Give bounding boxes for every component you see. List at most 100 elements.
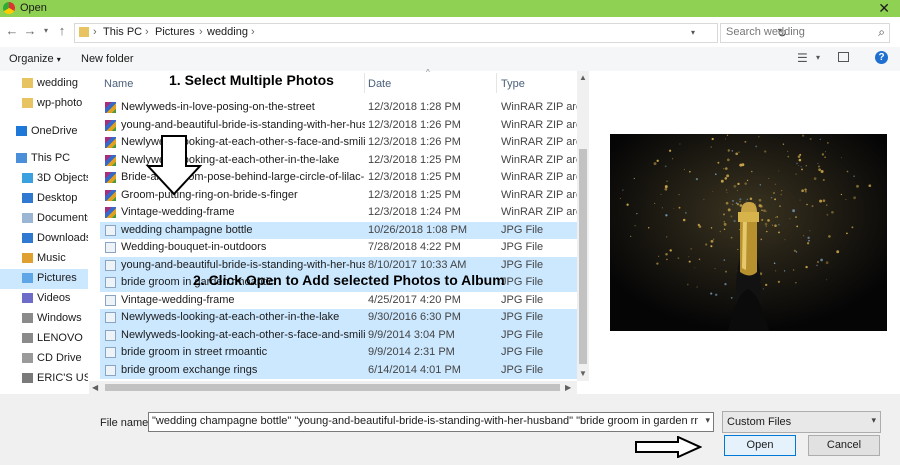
sidebar-item-label: 3D Objects	[37, 172, 88, 184]
file-date-cell: 9/9/2014 3:04 PM	[368, 328, 455, 341]
scroll-right-arrow-icon[interactable]: ▶	[565, 383, 571, 392]
up-arrow-icon[interactable]: ↑	[54, 23, 70, 39]
file-name-input[interactable]: "wedding champagne bottle" "young-and-be…	[148, 412, 714, 432]
breadcrumb-item[interactable]: wedding	[207, 26, 248, 38]
sidebar-item[interactable]: Music	[0, 249, 88, 269]
file-type-value: Custom Files	[727, 416, 792, 428]
image-file-icon	[105, 364, 116, 376]
sidebar-item-label: Pictures	[37, 272, 77, 284]
scroll-left-arrow-icon[interactable]: ◀	[92, 383, 98, 392]
breadcrumb-item[interactable]: This PC	[103, 26, 142, 38]
table-row[interactable]: young-and-beautiful-bride-is-standing-wi…	[100, 117, 578, 135]
table-row[interactable]: Vintage-wedding-frame 4/25/2017 4:20 PM JP…	[100, 292, 578, 310]
pc-icon	[16, 153, 27, 163]
image-file-icon	[105, 312, 116, 323]
table-row[interactable]: Wedding-bouquet-in-outdoors 7/28/2018 4:2…	[100, 239, 578, 257]
image-file-icon	[105, 224, 116, 236]
down-arrow-annotation-icon	[145, 135, 203, 196]
vertical-scrollbar[interactable]: ▲ ▼	[577, 71, 589, 381]
sidebar-item[interactable]: Documents	[0, 209, 88, 229]
search-icon[interactable]: ⌕	[878, 25, 885, 40]
breadcrumb[interactable]: › This PC › Pictures › wedding › ▾ ↻	[74, 23, 787, 43]
sidebar-item[interactable]: Windows	[0, 309, 88, 329]
table-row[interactable]: Vintage-wedding-frame 12/3/2018 1:24 PM Wi…	[100, 204, 578, 222]
sidebar-item[interactable]: wp-photo	[0, 94, 88, 114]
sidebar-item[interactable]: Downloads	[0, 229, 88, 249]
forward-arrow-icon[interactable]: →	[22, 23, 38, 39]
column-separator[interactable]	[496, 73, 497, 93]
file-date-cell: 4/25/2017 4:20 PM	[368, 293, 461, 306]
zip-archive-icon	[105, 207, 116, 218]
sidebar-item[interactable]: LENOVO	[0, 329, 88, 349]
cancel-button[interactable]: Cancel	[808, 435, 880, 456]
breadcrumb-item[interactable]: Pictures	[155, 26, 195, 38]
preview-image	[610, 134, 887, 331]
file-type-cell: JPG File	[501, 241, 544, 253]
file-name-cell: young-and-beautiful-bride-is-standing-wi…	[121, 258, 365, 271]
zip-archive-icon	[105, 137, 116, 148]
app-icon	[3, 2, 15, 14]
scrollbar-thumb[interactable]	[579, 149, 587, 364]
column-separator[interactable]	[364, 73, 365, 93]
sidebar-item[interactable]: ERIC'S USB	[0, 369, 88, 389]
sidebar-item[interactable]: This PC	[0, 149, 88, 169]
file-date-cell: 12/3/2018 1:26 PM	[368, 136, 461, 148]
search-input[interactable]: Search wedding ⌕	[720, 23, 890, 43]
chevron-down-icon[interactable]: ▾	[816, 53, 820, 62]
open-button[interactable]: Open	[724, 435, 796, 456]
column-type[interactable]: Type	[501, 78, 525, 90]
navigation-pane: wedding wp-photo OneDrive This PC 3D Objects…	[0, 71, 88, 394]
chevron-down-icon[interactable]: ▾	[691, 28, 695, 37]
scroll-up-arrow-icon[interactable]: ▲	[579, 73, 587, 82]
view-options-icon[interactable]: ☰	[797, 51, 808, 65]
file-name-cell: Newlyweds-looking-at-each-other-s-face-a…	[121, 328, 365, 341]
chevron-down-icon: ▾	[56, 55, 61, 64]
horizontal-scrollbar[interactable]: ◀ ▶	[89, 381, 577, 394]
folder-icon	[22, 98, 33, 108]
column-date[interactable]: Date	[368, 78, 391, 90]
table-row[interactable]: Newlyweds-looking-at-each-other-s-face-a…	[100, 326, 578, 344]
sidebar-item-label: Desktop	[37, 192, 78, 204]
annotation-step-1: 1. Select Multiple Photos	[169, 72, 334, 88]
help-icon[interactable]: ?	[875, 51, 888, 64]
chevron-down-icon[interactable]: ▾	[705, 415, 710, 426]
sidebar-item[interactable]: wedding	[0, 74, 88, 94]
table-row[interactable]: Newlyweds-in-love-posing-on-the-street 12…	[100, 99, 578, 117]
sidebar-item[interactable]: 3D Objects	[0, 169, 88, 189]
champagne-bottle-picture	[610, 134, 887, 331]
scroll-down-arrow-icon[interactable]: ▼	[579, 369, 587, 378]
back-arrow-icon[interactable]: ←	[4, 23, 20, 39]
file-type-select[interactable]: Custom Files ▾	[722, 411, 881, 433]
file-type-cell: JPG File	[501, 328, 544, 341]
recent-locations-icon[interactable]: ▾	[38, 23, 54, 39]
chevron-down-icon: ▾	[871, 415, 876, 425]
table-row[interactable]: bride groom exchange rings 6/14/2014 4:01…	[100, 361, 578, 379]
cloud-icon	[16, 126, 27, 136]
sidebar-item-label: CD Drive	[37, 352, 82, 364]
file-type-cell: JPG File	[501, 258, 544, 271]
image-file-icon	[105, 294, 116, 306]
close-icon[interactable]: ✕	[878, 0, 890, 17]
organize-button[interactable]: Organize ▾	[9, 53, 61, 65]
new-folder-button[interactable]: New folder	[81, 53, 134, 65]
image-file-icon	[105, 277, 116, 288]
file-type-cell: WinRAR ZIP archive	[501, 118, 577, 131]
scrollbar-thumb[interactable]	[105, 384, 560, 391]
sidebar-item-label: Downloads	[37, 232, 88, 244]
column-name[interactable]: Name	[104, 78, 133, 90]
file-date-cell: 9/9/2014 2:31 PM	[368, 346, 455, 358]
sidebar-item-label: LENOVO	[37, 332, 83, 344]
preview-pane-icon[interactable]	[838, 52, 849, 62]
sidebar-item[interactable]: CD Drive	[0, 349, 88, 369]
sidebar-item[interactable]: OneDrive	[0, 122, 88, 142]
table-row[interactable]: Newlyweds-looking-at-each-other-in-the-l…	[100, 309, 578, 327]
sidebar-item[interactable]: Pictures	[0, 269, 88, 289]
table-row[interactable]: wedding champagne bottle 10/26/2018 1:08 …	[100, 221, 578, 239]
sidebar-item-label: This PC	[31, 152, 71, 164]
table-row[interactable]: bride groom in street rmoantic 9/9/2014 2…	[100, 344, 578, 362]
file-date-cell: 9/30/2016 6:30 PM	[368, 311, 461, 323]
file-date-cell: 7/28/2018 4:22 PM	[368, 241, 461, 253]
downloads-icon	[22, 233, 33, 243]
sidebar-item[interactable]: Desktop	[0, 189, 88, 209]
sidebar-item[interactable]: Videos	[0, 289, 88, 309]
